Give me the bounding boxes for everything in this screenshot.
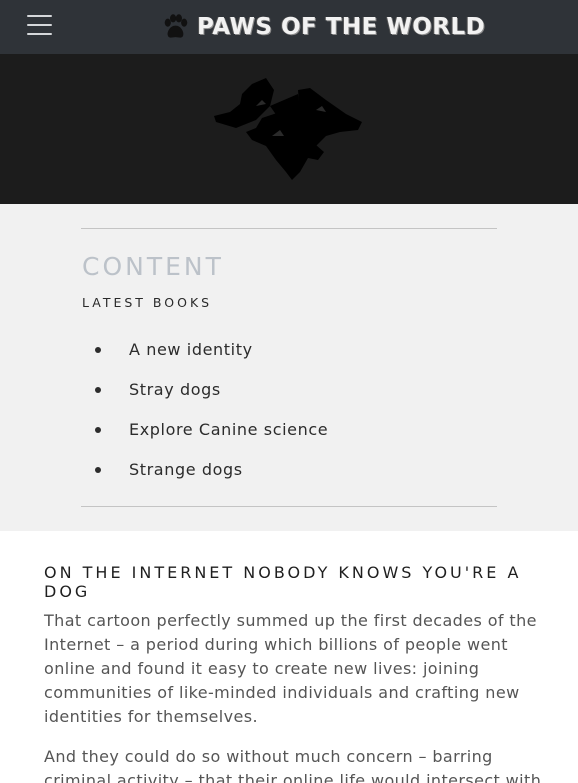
site-brand[interactable]: PAWS OF THE WORLD: [162, 10, 485, 44]
list-item-book[interactable]: Stray dogs: [94, 378, 328, 418]
hero-banner: [0, 54, 578, 204]
bullet: [95, 427, 101, 433]
divider-bottom: [81, 506, 497, 507]
content-heading: CONTENT: [82, 252, 224, 281]
book-list: A new identity Stray dogs Explore Canine…: [94, 338, 328, 498]
hamburger-menu-icon[interactable]: [27, 15, 52, 39]
brand-title: PAWS OF THE WORLD: [197, 14, 486, 40]
paw-icon: [164, 13, 188, 38]
article-paragraph: That cartoon perfectly summed up the fir…: [44, 611, 537, 726]
top-navbar: PAWS OF THE WORLD: [0, 0, 578, 54]
content-section: CONTENT LATEST BOOKS A new identity Stra…: [0, 204, 578, 531]
bullet: [95, 347, 101, 353]
article-paragraph: And they could do so without much concer…: [44, 747, 542, 783]
divider-top: [81, 228, 497, 229]
three-headed-dog-logo: [214, 78, 362, 180]
bullet: [95, 467, 101, 473]
book-title: A new identity: [129, 340, 253, 359]
list-item-book[interactable]: A new identity: [94, 338, 328, 378]
book-title: Explore Canine science: [129, 420, 329, 439]
article-title: ON THE INTERNET NOBODY KNOWS YOU'RE A DO…: [44, 563, 522, 601]
latest-books-subheading: LATEST BOOKS: [82, 295, 213, 310]
list-item-book[interactable]: Strange dogs: [94, 458, 328, 498]
book-title: Stray dogs: [129, 380, 221, 399]
book-title: Strange dogs: [129, 460, 243, 479]
list-item-book[interactable]: Explore Canine science: [94, 418, 328, 458]
bullet: [95, 387, 101, 393]
